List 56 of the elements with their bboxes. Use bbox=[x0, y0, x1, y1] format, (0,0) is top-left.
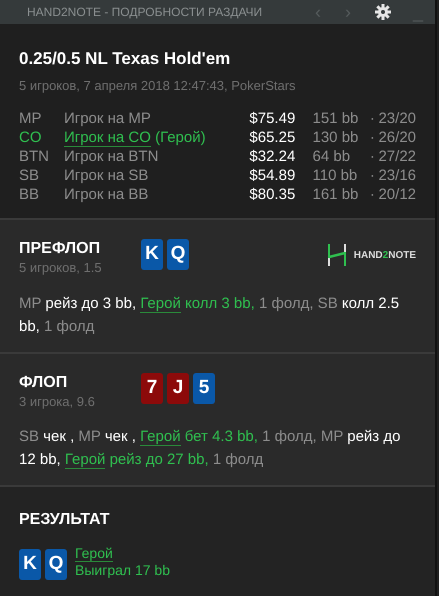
player-stats: 23/16 bbox=[378, 166, 416, 185]
action-summary: MP рейз до 3 bb, Герой колл 3 bb, 1 фолд, SB колл 2.5 bb, 1 фолд bbox=[19, 294, 400, 336]
playing-card: Q bbox=[45, 549, 67, 580]
stack-bb: 151 bb bbox=[312, 109, 360, 128]
logo-icon bbox=[328, 244, 346, 266]
position-label: MP bbox=[19, 109, 42, 128]
stack-amount: $80.35 bbox=[249, 185, 296, 204]
result-text: Выиграл 17 bb bbox=[75, 562, 170, 579]
stack-amount: $75.49 bbox=[249, 109, 296, 128]
action-summary: SB чек , MP чек , Герой бет 4.3 bb, 1 фолд, MP рейз до 12 bb, Герой рейз до 27 bb, 1 фолд bbox=[19, 427, 402, 471]
stack-bb: 161 bb bbox=[312, 185, 360, 204]
hand-info: 5 игроков, 7 апреля 2018 12:47:43, PokerStars bbox=[19, 76, 297, 95]
player-link[interactable]: Герой bbox=[140, 428, 181, 446]
hero-tag: (Герой) bbox=[155, 129, 206, 146]
playing-card: J bbox=[167, 372, 189, 404]
hand-title: 0.25/0.5 NL Texas Hold'em bbox=[19, 48, 232, 70]
player-name: Игрок на BB bbox=[64, 185, 150, 204]
player-stats: 27/22 bbox=[378, 147, 416, 166]
player-name: Игрок на SB bbox=[64, 166, 150, 185]
stack-bb: 130 bb bbox=[312, 128, 360, 147]
section-info: 3 игрока, 9.6 bbox=[19, 392, 96, 411]
player-name: Игрок на MP bbox=[64, 109, 152, 128]
separator-dot: · bbox=[370, 128, 376, 147]
stack-amount: $32.24 bbox=[249, 147, 296, 166]
player-link[interactable]: Игрок на CO bbox=[64, 129, 151, 147]
playing-card: K bbox=[19, 549, 41, 580]
separator-dot: · bbox=[370, 109, 376, 128]
section-title: ПРЕФЛОП bbox=[19, 240, 102, 258]
player-stats: 23/20 bbox=[378, 109, 416, 128]
window-title: HAND2NOTE - ПОДРОБНОСТИ РАЗДАЧИ bbox=[27, 4, 262, 21]
section-info: 5 игроков, 1.5 bbox=[19, 259, 103, 277]
playing-card: Q bbox=[167, 239, 189, 270]
logo-text: HAND2NOTE bbox=[354, 248, 416, 262]
player-name: Игрок на BTN bbox=[64, 147, 160, 166]
section-title: ФЛОП bbox=[19, 374, 68, 392]
position-label: BB bbox=[19, 185, 40, 204]
separator-dot: · bbox=[370, 166, 376, 185]
stack-bb: 110 bb bbox=[312, 166, 358, 185]
playing-card: 5 bbox=[193, 372, 215, 404]
stack-amount: $65.25 bbox=[249, 128, 296, 147]
player-link[interactable]: Герой bbox=[140, 294, 181, 312]
player-stats: 20/12 bbox=[378, 185, 416, 204]
section-title: РЕЗУЛЬТАТ bbox=[19, 511, 111, 529]
stack-bb: 64 bb bbox=[312, 147, 352, 166]
position-label: SB bbox=[19, 166, 40, 185]
player-link[interactable]: Герой bbox=[75, 545, 113, 562]
separator-dot: · bbox=[370, 185, 376, 204]
playing-card: K bbox=[141, 239, 163, 270]
playing-card: 7 bbox=[141, 372, 163, 404]
player-link[interactable]: Герой bbox=[64, 451, 106, 469]
stack-amount: $54.89 bbox=[249, 166, 296, 185]
position-label: CO bbox=[19, 128, 42, 147]
settings-icon[interactable] bbox=[374, 4, 391, 20]
position-label: BTN bbox=[19, 147, 50, 166]
player-stats: 26/20 bbox=[378, 128, 416, 147]
separator-dot: · bbox=[370, 147, 376, 166]
